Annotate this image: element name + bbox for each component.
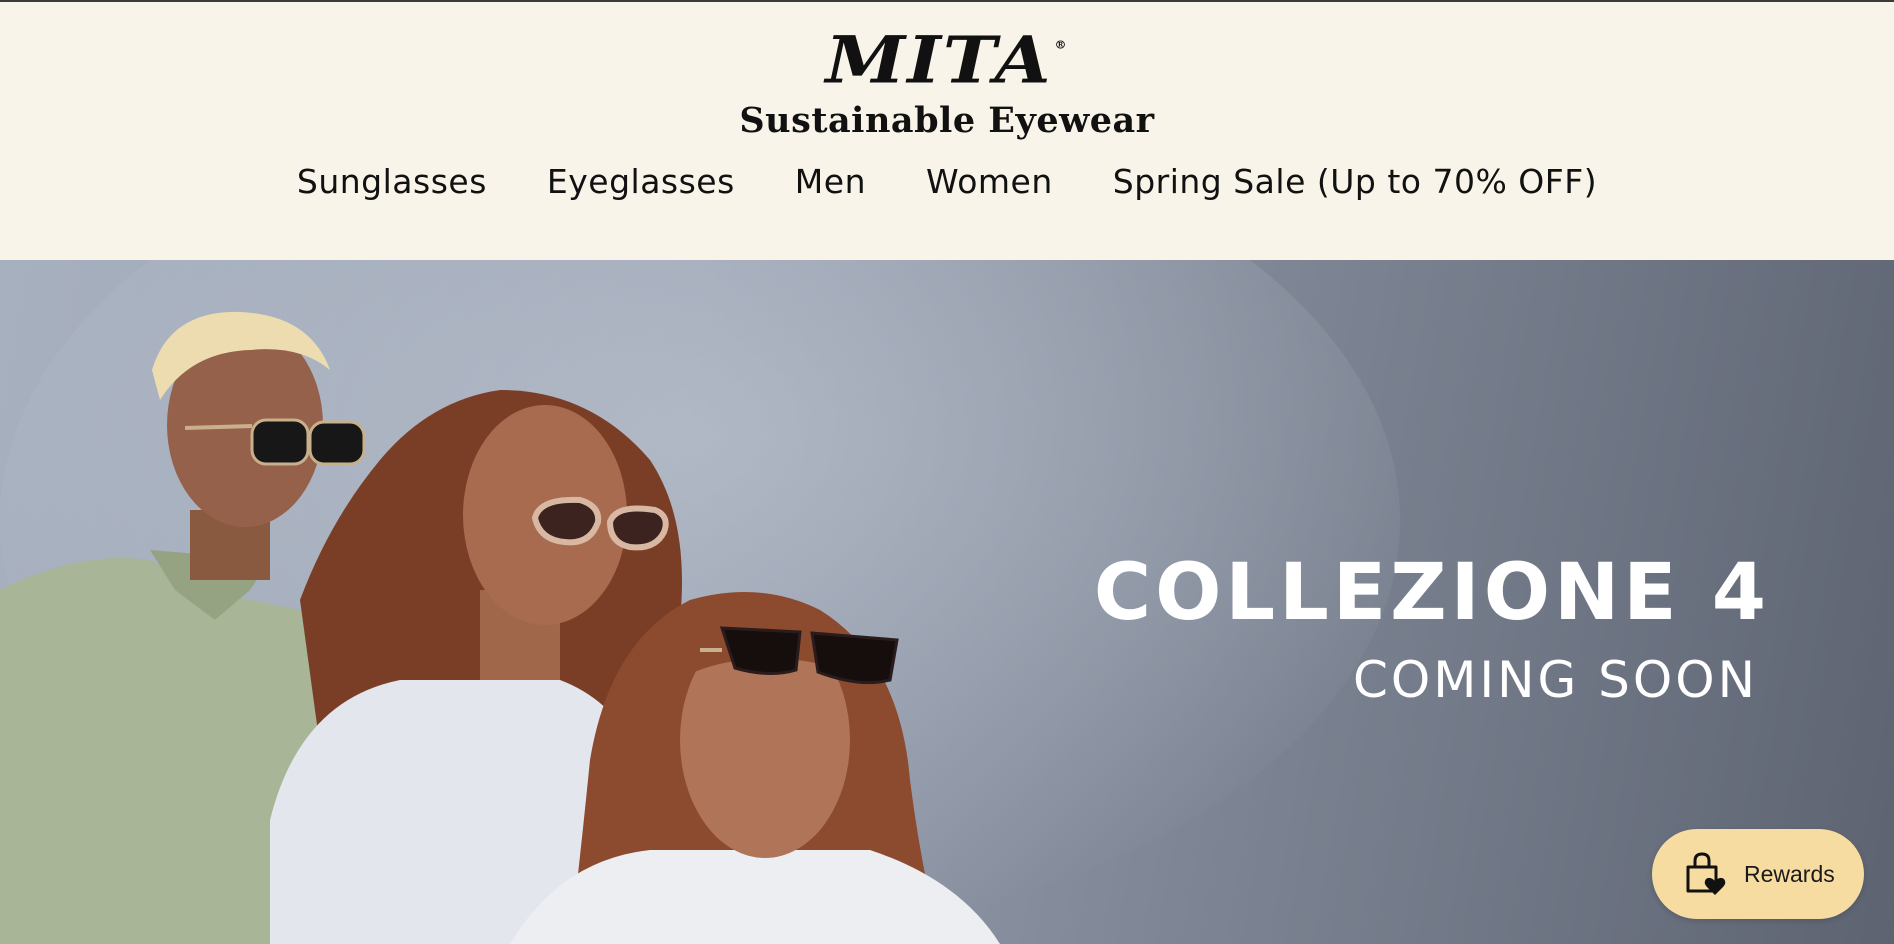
- nav-item-women[interactable]: Women: [896, 160, 1083, 204]
- logo: MITA ®: [825, 21, 1069, 98]
- rewards-button[interactable]: Rewards: [1652, 829, 1864, 919]
- shopping-bag-heart-icon: [1686, 852, 1726, 895]
- logo-tagline: Sustainable Eyewear: [739, 100, 1155, 141]
- nav-item-men[interactable]: Men: [765, 160, 896, 204]
- logo-link[interactable]: MITA ® Sustainable Eyewear: [0, 10, 1894, 140]
- rewards-label: Rewards: [1744, 861, 1835, 887]
- nav-item-sunglasses[interactable]: Sunglasses: [267, 160, 517, 204]
- nav-item-eyeglasses[interactable]: Eyeglasses: [517, 160, 765, 204]
- site-header: MITA ® Sustainable Eyewear Sunglasses Eye…: [0, 2, 1894, 260]
- main-nav: Sunglasses Eyeglasses Men Women Spring S…: [0, 160, 1894, 204]
- hero-subtitle: COMING SOON: [1352, 651, 1758, 709]
- hero-banner[interactable]: COLLEZIONE 4 COMING SOON: [0, 260, 1894, 944]
- nav-item-spring-sale[interactable]: Spring Sale (Up to 70% OFF): [1083, 160, 1627, 204]
- hero-title: COLLEZIONE 4: [1093, 548, 1770, 638]
